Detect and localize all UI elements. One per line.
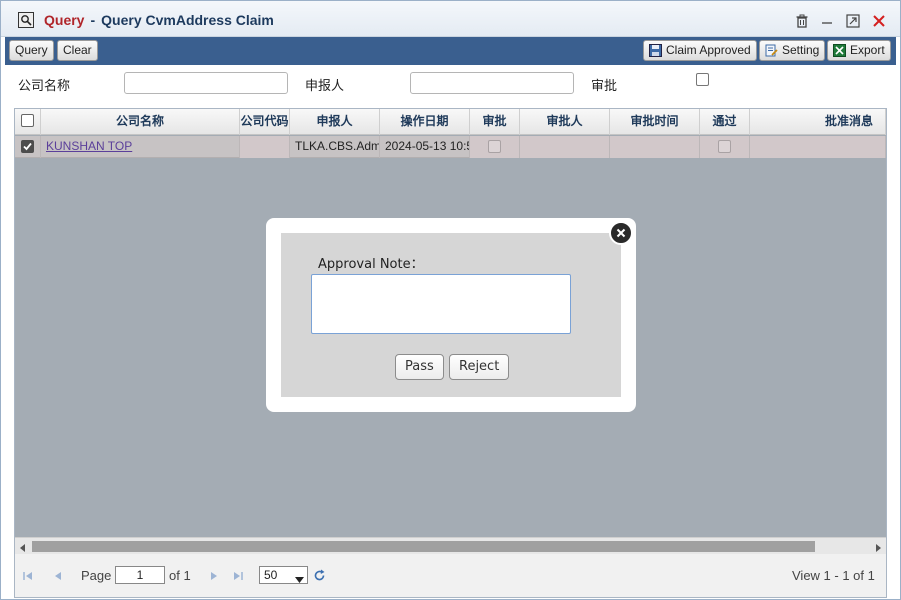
approval-label: 审批: [591, 78, 618, 93]
approval-dialog-body: Approval Note： Pass Reject: [281, 233, 621, 397]
cell-company-name: KUNSHAN TOP: [41, 136, 240, 158]
select-all-checkbox[interactable]: [21, 114, 34, 127]
minimize-icon[interactable]: [819, 13, 835, 29]
claim-approved-button[interactable]: Claim Approved: [643, 40, 757, 61]
clear-button[interactable]: Clear: [57, 40, 98, 61]
window-title: Query - Query CvmAddress Claim: [44, 12, 274, 28]
title-bar: Query - Query CvmAddress Claim: [1, 1, 900, 37]
view-count-text: View 1 - 1 of 1: [792, 568, 875, 583]
close-icon[interactable]: [871, 13, 887, 29]
header-approval[interactable]: 审批: [470, 109, 520, 135]
reject-button[interactable]: Reject: [449, 354, 510, 380]
window-title-separator: -: [90, 12, 96, 28]
header-operation-date[interactable]: 操作日期: [380, 109, 470, 135]
page-number-input[interactable]: 1: [115, 566, 165, 584]
company-name-label: 公司名称: [18, 78, 71, 93]
scrollbar-thumb[interactable]: [32, 541, 815, 552]
export-label: Export: [850, 43, 885, 57]
row-approval-checkbox: [488, 140, 501, 153]
refresh-icon[interactable]: [313, 569, 325, 581]
maximize-icon[interactable]: [845, 13, 861, 29]
first-page-icon[interactable]: [22, 570, 34, 582]
window-title-rest: Query CvmAddress Claim: [101, 12, 274, 28]
header-passed[interactable]: 通过: [700, 109, 750, 135]
dialog-close-icon[interactable]: [609, 221, 633, 245]
setting-label: Setting: [782, 43, 820, 57]
cell-company-code: [240, 136, 290, 158]
excel-icon: [833, 44, 846, 63]
prev-page-icon[interactable]: [52, 570, 64, 582]
search-icon: [18, 12, 34, 28]
header-company-code[interactable]: 公司代码: [240, 109, 290, 135]
export-button[interactable]: Export: [827, 40, 891, 61]
cell-operation-date: 2024-05-13 10:5: [380, 136, 470, 158]
pass-button[interactable]: Pass: [395, 354, 444, 380]
header-company-name[interactable]: 公司名称: [41, 109, 240, 135]
scroll-left-icon[interactable]: [18, 542, 28, 552]
page-size-value: 50: [264, 568, 278, 582]
toolbar: Query Clear Claim Approved Setting Expor…: [5, 37, 896, 65]
app-window: Query - Query CvmAddress Claim Query Clear…: [0, 0, 901, 600]
header-select-all-cell: [15, 109, 41, 135]
cell-applicant: TLKA.CBS.Admin: [290, 136, 380, 158]
horizontal-scrollbar[interactable]: [15, 537, 886, 554]
cell-approval-time: [610, 136, 700, 158]
cell-approver: [520, 136, 610, 158]
cell-approval-message: [750, 136, 886, 158]
chevron-down-icon: [295, 572, 304, 588]
header-approval-message[interactable]: 批准消息: [750, 109, 886, 135]
cell-passed: [700, 136, 750, 158]
applicant-label: 申报人: [305, 78, 345, 93]
last-page-icon[interactable]: [232, 570, 244, 582]
table-row[interactable]: KUNSHAN TOP TLKA.CBS.Admin 2024-05-13 10…: [15, 136, 886, 158]
query-button[interactable]: Query: [9, 40, 54, 61]
check-icon: [23, 142, 32, 151]
company-link[interactable]: KUNSHAN TOP: [46, 139, 132, 153]
cell-approval: [470, 136, 520, 158]
company-name-input[interactable]: [124, 72, 288, 94]
search-form: 公司名称 申报人 审批: [5, 65, 896, 101]
grid-header: 公司名称 公司代码 申报人 操作日期 审批 审批人 审批时间 通过 批准消息: [15, 109, 886, 135]
page-size-select[interactable]: 50: [259, 566, 308, 584]
approval-dialog: Approval Note： Pass Reject: [266, 218, 636, 412]
header-approver[interactable]: 审批人: [520, 109, 610, 135]
setting-button[interactable]: Setting: [759, 40, 826, 63]
applicant-input[interactable]: [410, 72, 574, 94]
row-passed-checkbox: [718, 140, 731, 153]
page-label: Page: [81, 568, 112, 583]
row-select-cell: [15, 136, 41, 158]
next-page-icon[interactable]: [208, 570, 220, 582]
scroll-right-icon[interactable]: [873, 542, 883, 552]
document-edit-icon: [765, 44, 778, 63]
window-title-highlight: Query: [44, 12, 85, 28]
row-select-checkbox[interactable]: [21, 140, 34, 153]
header-approval-time[interactable]: 审批时间: [610, 109, 700, 135]
page-count-label: of 1: [169, 568, 191, 583]
trash-icon[interactable]: [794, 13, 810, 29]
approval-checkbox[interactable]: [696, 73, 709, 86]
pager: Page 1 of 1 50 View 1 - 1 of 1: [15, 554, 886, 597]
save-icon: [649, 44, 662, 63]
approval-note-textarea[interactable]: [311, 274, 571, 334]
approval-note-label: Approval Note：: [318, 257, 424, 272]
header-applicant[interactable]: 申报人: [290, 109, 380, 135]
claim-approved-label: Claim Approved: [666, 43, 751, 57]
